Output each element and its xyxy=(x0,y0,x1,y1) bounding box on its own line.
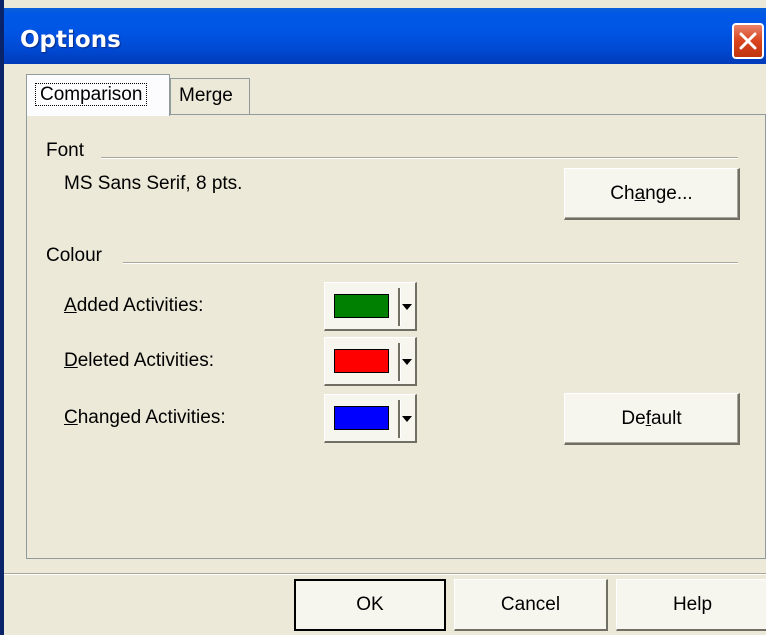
tab-comparison[interactable]: Comparison xyxy=(26,74,170,116)
changed-activities-label: Changed Activities: xyxy=(64,407,226,428)
added-colour-picker[interactable] xyxy=(324,282,417,331)
deleted-colour-swatch xyxy=(334,349,389,373)
picker-divider xyxy=(398,343,401,381)
button-text: Cancel xyxy=(500,593,561,615)
help-button[interactable]: Help xyxy=(616,579,766,631)
tab-merge[interactable]: Merge xyxy=(170,78,250,114)
deleted-colour-picker[interactable] xyxy=(324,337,417,386)
added-activities-label: Added Activities: xyxy=(64,295,204,316)
default-button[interactable]: De f ault xyxy=(564,393,740,445)
changed-colour-swatch xyxy=(334,406,389,430)
button-text: ault xyxy=(650,407,682,429)
picker-divider xyxy=(398,288,401,326)
colour-group-label: Colour xyxy=(46,245,102,266)
tab-label: Comparison xyxy=(35,83,148,106)
cancel-button[interactable]: Cancel xyxy=(454,579,608,631)
dropdown-arrow-icon[interactable] xyxy=(402,359,412,365)
picker-divider xyxy=(398,400,401,438)
changed-colour-picker[interactable] xyxy=(324,394,417,443)
close-icon xyxy=(739,32,757,50)
ok-button[interactable]: OK xyxy=(294,579,446,631)
button-text: Help xyxy=(672,593,713,615)
close-button[interactable] xyxy=(732,23,764,59)
tab-label: Merge xyxy=(179,85,233,106)
change-font-button[interactable]: Ch a nge... xyxy=(564,168,740,220)
button-bar-separator xyxy=(4,573,766,575)
dropdown-arrow-icon[interactable] xyxy=(402,304,412,310)
dropdown-arrow-icon[interactable] xyxy=(402,416,412,422)
options-dialog: Options Comparison Merge Font MS Sans Se… xyxy=(0,0,766,635)
group-divider xyxy=(101,157,738,159)
button-text: Ch xyxy=(610,182,635,204)
tab-panel-comparison: Font MS Sans Serif, 8 pts. Ch a nge... Col… xyxy=(26,114,766,559)
font-value: MS Sans Serif, 8 pts. xyxy=(64,173,243,194)
deleted-activities-label: Deleted Activities: xyxy=(64,350,214,371)
title-bar[interactable]: Options xyxy=(4,8,766,64)
window-title: Options xyxy=(20,27,121,53)
font-group-label: Font xyxy=(46,140,85,161)
button-text: De xyxy=(621,407,646,429)
button-text: OK xyxy=(356,594,384,615)
mnemonic: a xyxy=(634,182,646,204)
group-divider xyxy=(123,262,738,264)
added-colour-swatch xyxy=(334,294,389,318)
button-text: nge... xyxy=(645,182,693,204)
